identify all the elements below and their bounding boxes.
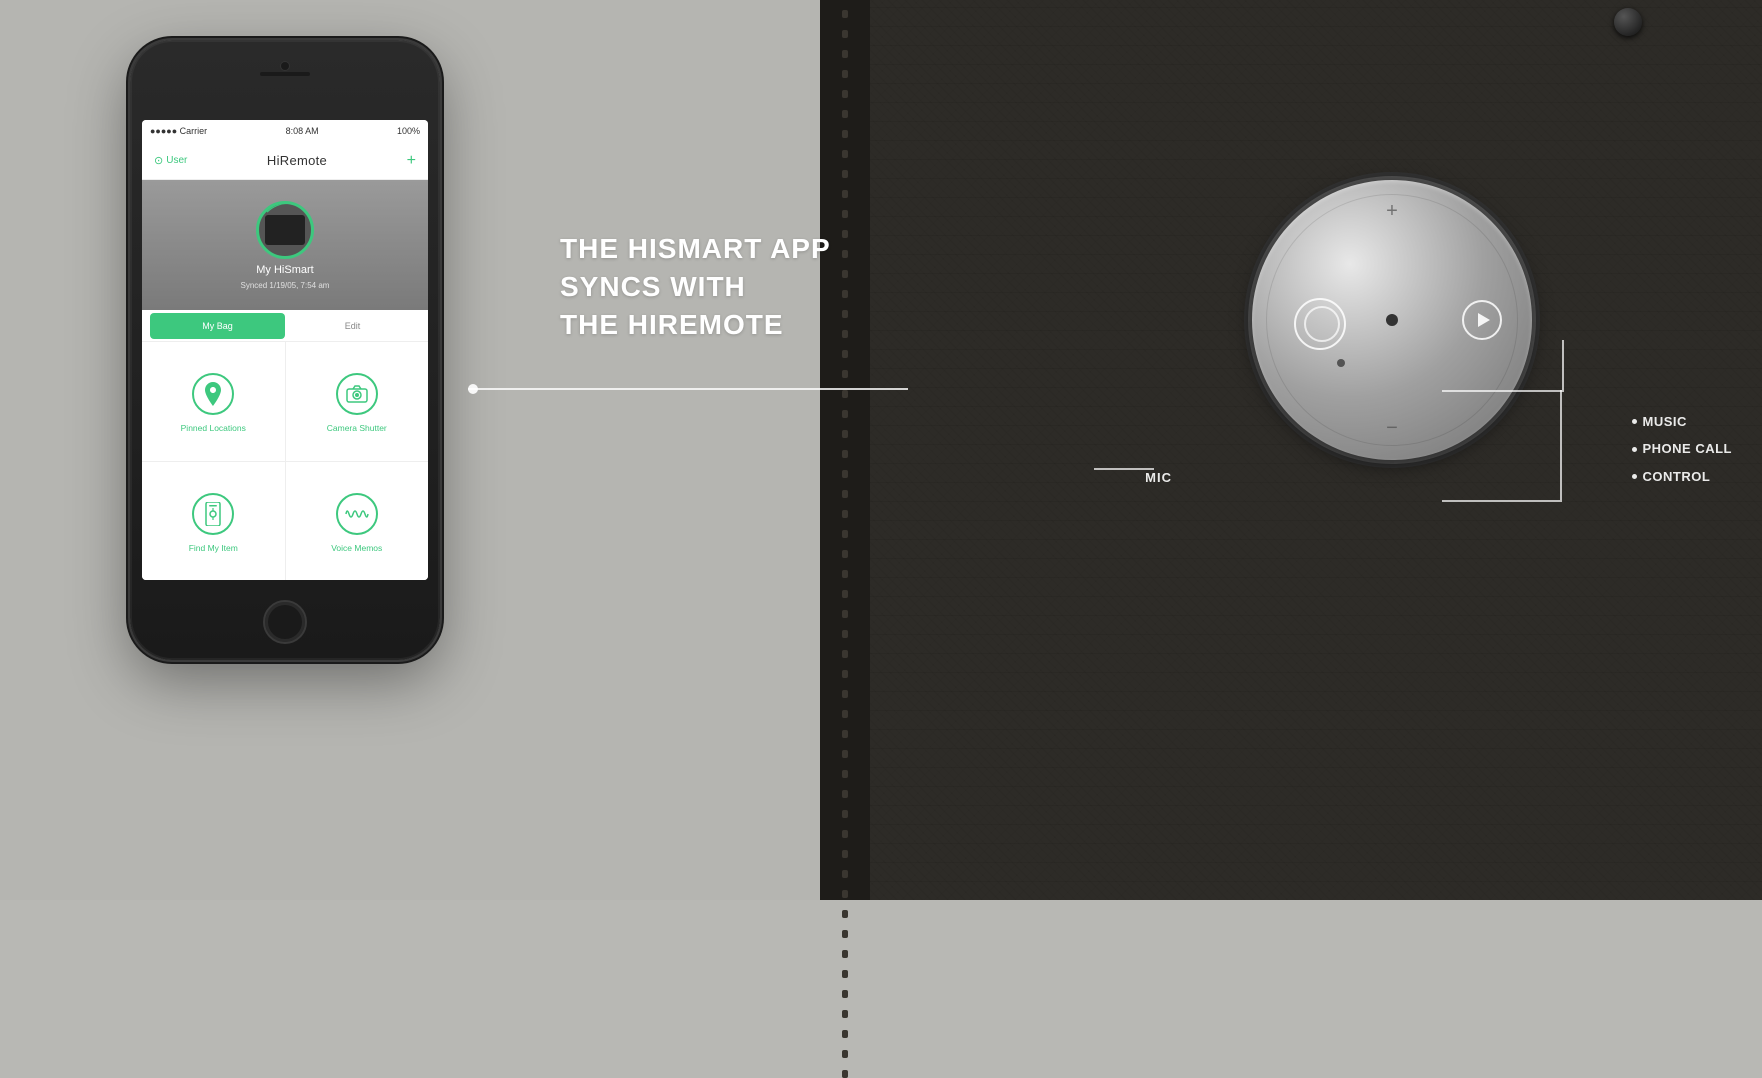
headline-line1: THE HISMART APP: [560, 230, 831, 268]
mic-connector-line: [1094, 468, 1154, 470]
time-display: 8:08 AM: [286, 126, 319, 136]
annotation-line-top-horizontal: [1442, 390, 1562, 392]
headline-line2: SYNCS WITH: [560, 268, 831, 306]
status-bar: ●●●●● Carrier 8:08 AM 100%: [142, 120, 428, 142]
profile-section: My HiSmart Synced 1/19/05, 7:54 am: [142, 180, 428, 310]
nav-bar: ⊙ User HiRemote +: [142, 142, 428, 180]
knob-area: + −: [1252, 180, 1532, 460]
app-find-item[interactable]: Find My Item: [142, 462, 285, 581]
tab-edit[interactable]: Edit: [285, 313, 420, 339]
find-item-label: Find My Item: [189, 543, 238, 553]
bullet-dot-3: [1632, 474, 1637, 479]
mic-label: MIC: [1145, 470, 1172, 485]
annotation-line-vertical: [1560, 390, 1562, 500]
home-button[interactable]: [263, 600, 307, 644]
feature-music: MUSIC: [1632, 410, 1733, 433]
user-label: User: [166, 155, 187, 166]
phone-body: ●●●●● Carrier 8:08 AM 100% ⊙ User HiRemo…: [130, 40, 440, 660]
phone-screen: ●●●●● Carrier 8:08 AM 100% ⊙ User HiRemo…: [142, 120, 428, 580]
front-camera: [281, 62, 289, 70]
leather-rivet: [1614, 8, 1642, 36]
profile-name: My HiSmart: [256, 264, 313, 276]
phone-mockup: ●●●●● Carrier 8:08 AM 100% ⊙ User HiRemo…: [130, 40, 440, 660]
camera-shutter-label: Camera Shutter: [327, 423, 387, 433]
tab-my-bag[interactable]: My Bag: [150, 313, 285, 339]
headline-line3: THE HIREMOTE: [560, 306, 831, 344]
bullet-dot-2: [1632, 447, 1637, 452]
app-title: HiRemote: [267, 153, 327, 168]
app-pinned-locations[interactable]: Pinned Locations: [142, 342, 285, 461]
feature-phone-label: PHONE CALL: [1643, 437, 1733, 460]
feature-control-label: CONTROL: [1643, 465, 1711, 488]
sync-text: Synced 1/19/05, 7:54 am: [241, 281, 330, 290]
plus-label: +: [1386, 200, 1398, 223]
mic-circle-inner: [1304, 306, 1340, 342]
play-button-circle: [1462, 300, 1502, 340]
play-icon: [1478, 313, 1490, 327]
annotation-line-top: [1562, 340, 1564, 392]
knob-center-dot: [1386, 314, 1398, 326]
voice-memos-label: Voice Memos: [331, 543, 382, 553]
bullet-dot-1: [1632, 419, 1637, 424]
camera-shutter-icon: [336, 373, 378, 415]
signal-indicator: ●●●●● Carrier: [150, 126, 207, 136]
annotation-line-bottom-horizontal: [1442, 500, 1562, 502]
feature-list: MUSIC PHONE CALL CONTROL: [1632, 410, 1733, 488]
feature-music-label: MUSIC: [1643, 410, 1687, 433]
app-camera-shutter[interactable]: Camera Shutter: [286, 342, 429, 461]
knob-dial: + −: [1252, 180, 1532, 460]
feature-phone-call: PHONE CALL: [1632, 437, 1733, 460]
add-button[interactable]: +: [407, 152, 416, 170]
minus-label: −: [1386, 417, 1398, 440]
connector-line: [468, 388, 908, 390]
tab-bar: My Bag Edit: [142, 310, 428, 342]
headline-text: THE HISMART APP SYNCS WITH THE HIREMOTE: [560, 230, 831, 343]
avatar-ring: [256, 201, 314, 259]
speaker: [260, 72, 310, 76]
annotation-features: MUSIC PHONE CALL CONTROL: [1632, 410, 1733, 488]
profile-avatar: [256, 201, 314, 259]
pinned-locations-icon: [192, 373, 234, 415]
screen-content: My HiSmart Synced 1/19/05, 7:54 am My Ba…: [142, 180, 428, 580]
app-grid: Pinned Locations Camera Shutter: [142, 342, 428, 580]
find-item-icon: [192, 493, 234, 535]
voice-memos-icon: [336, 493, 378, 535]
user-icon: ⊙: [154, 154, 163, 167]
stitch-dots: [840, 0, 850, 900]
app-voice-memos[interactable]: Voice Memos: [286, 462, 429, 581]
user-button[interactable]: ⊙ User: [154, 154, 187, 167]
battery-indicator: 100%: [397, 126, 420, 136]
feature-control: CONTROL: [1632, 465, 1733, 488]
pinned-locations-label: Pinned Locations: [181, 423, 246, 433]
